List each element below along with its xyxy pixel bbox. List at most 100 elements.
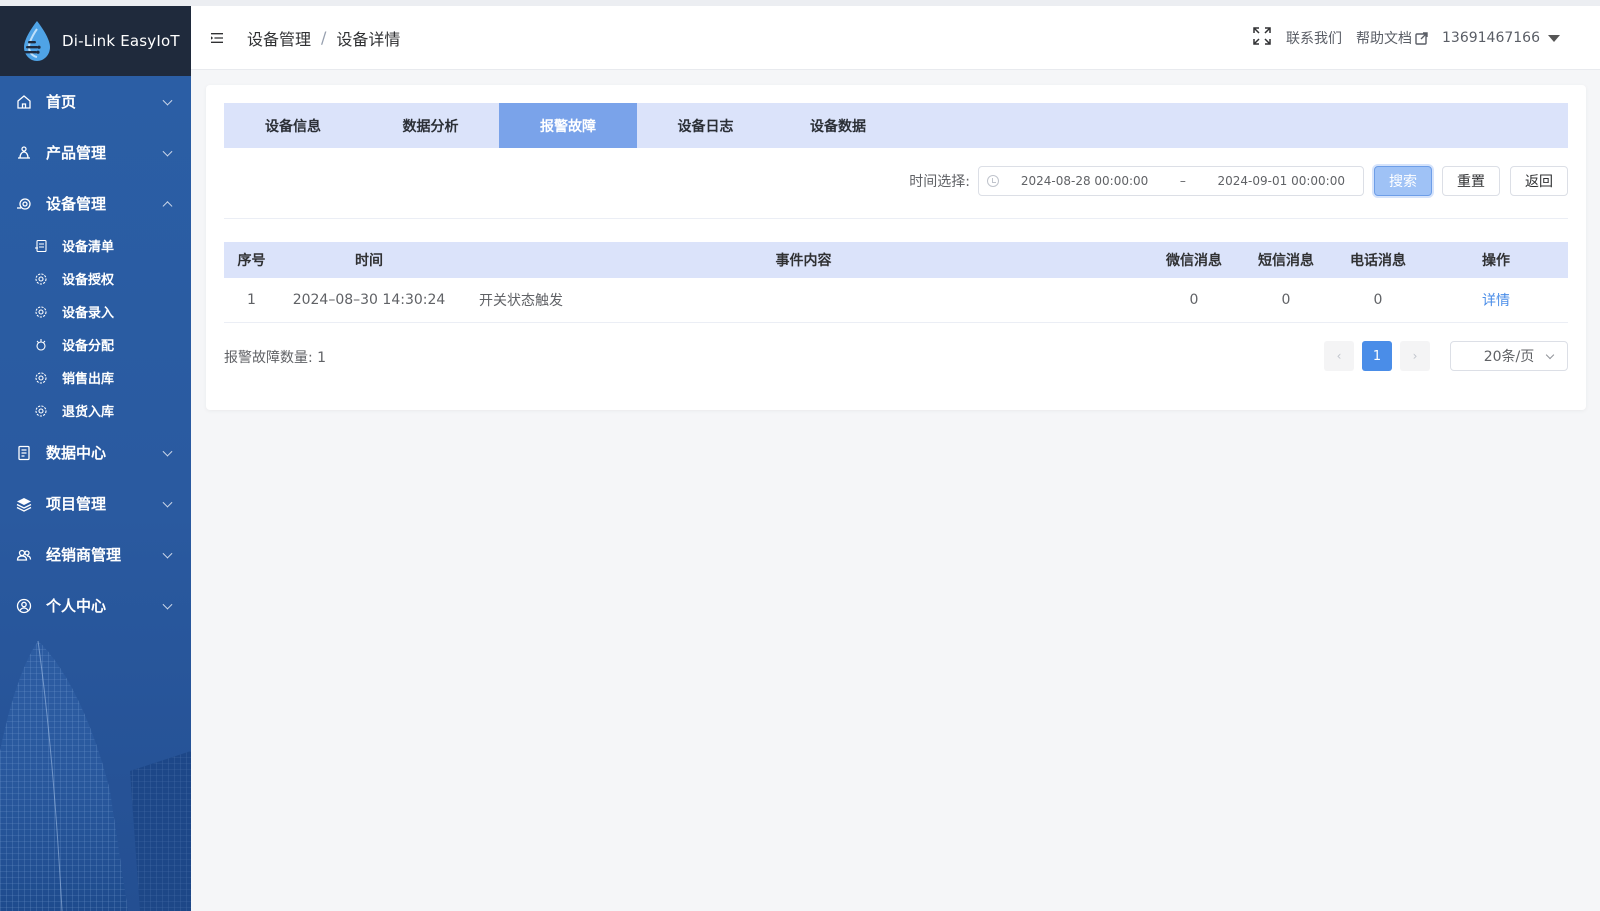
home-icon — [16, 94, 32, 110]
sidebar-item-label: 数据中心 — [46, 444, 107, 462]
col-header-no: 序号 — [237, 253, 266, 269]
sidebar-subitem-device-auth[interactable]: 设备授权 — [0, 262, 191, 295]
sidebar-subitem-label: 设备录入 — [62, 306, 115, 321]
user-phone: 13691467166 — [1442, 30, 1540, 46]
date-range-separator: – — [1179, 174, 1186, 188]
device-icon — [16, 196, 32, 212]
cell-action: 详情 — [1424, 278, 1568, 322]
page-size-value: 20条/页 — [1483, 349, 1535, 365]
sidebar-subitem-sales-out[interactable]: 销售出库 — [0, 361, 191, 394]
chevron-down-icon — [162, 599, 173, 610]
prev-page-button[interactable]: ‹ — [1324, 341, 1354, 371]
gear-icon — [34, 371, 48, 385]
reset-button[interactable]: 重置 — [1442, 166, 1500, 196]
chevron-down-icon — [1545, 350, 1555, 360]
sidebar-item-project[interactable]: 项目管理 — [0, 478, 191, 529]
sidebar-subitem-return-in[interactable]: 退货入库 — [0, 394, 191, 427]
col-header-wechat: 微信消息 — [1166, 253, 1222, 269]
col-header-action: 操作 — [1482, 253, 1510, 269]
layers-icon — [16, 496, 32, 512]
data-icon — [16, 445, 32, 461]
next-page-button[interactable]: › — [1400, 341, 1430, 371]
chevron-down-icon — [162, 548, 173, 559]
gear-icon — [34, 404, 48, 418]
pagination: ‹ 1 › 20条/页 — [1320, 341, 1568, 371]
sidebar-building-illustration — [0, 631, 191, 911]
product-icon — [16, 145, 32, 161]
divider — [224, 218, 1568, 219]
breadcrumb: 设备管理 / 设备详情 — [247, 26, 400, 50]
sidebar-subitem-label: 退货入库 — [62, 405, 115, 420]
sidebar: Di-Link EasyIoT 首页 产品管理 设备管理 设备清单 设备授权 设… — [0, 6, 191, 911]
search-button[interactable]: 搜索 — [1374, 166, 1432, 196]
sidebar-item-label: 设备管理 — [46, 195, 107, 213]
sidebar-subitem-label: 设备清单 — [62, 240, 115, 255]
help-docs-label: 帮助文档 — [1356, 31, 1413, 47]
table-row: 1 2024–08–30 14:30:24 开关状态触发 0 0 0 详情 — [224, 278, 1568, 322]
gear-icon — [34, 305, 48, 319]
breadcrumb-device-detail: 设备详情 — [336, 29, 401, 49]
logo[interactable]: Di-Link EasyIoT — [0, 6, 191, 76]
list-icon — [34, 239, 48, 253]
start-date-input[interactable]: 2024-08-28 00:00:00 — [1011, 174, 1159, 188]
cell-sms: 0 — [1281, 292, 1291, 308]
col-header-phone: 电话消息 — [1350, 253, 1406, 269]
sidebar-item-label: 个人中心 — [46, 597, 107, 615]
help-docs-link[interactable]: 帮助文档 — [1356, 28, 1428, 48]
sidebar-item-dealer[interactable]: 经销商管理 — [0, 529, 191, 580]
sidebar-item-label: 首页 — [46, 93, 77, 111]
gear-icon — [34, 272, 48, 286]
time-filter-bar: 时间选择: 2024-08-28 00:00:00 – 2024-09-01 0… — [909, 166, 1568, 196]
breadcrumb-separator: / — [321, 28, 327, 47]
menu-toggle-icon[interactable] — [209, 30, 225, 46]
header-actions: 联系我们 帮助文档 13691467166 — [1238, 6, 1560, 70]
cell-no: 1 — [247, 292, 256, 308]
sidebar-subitem-label: 销售出库 — [62, 372, 115, 387]
external-link-icon — [1415, 31, 1428, 45]
caret-down-icon — [1548, 34, 1560, 42]
back-button[interactable]: 返回 — [1510, 166, 1568, 196]
col-header-content: 事件内容 — [775, 253, 832, 269]
chevron-down-icon — [162, 497, 173, 508]
sidebar-subitem-device-entry[interactable]: 设备录入 — [0, 295, 191, 328]
device-detail-card: 设备信息 数据分析 报警故障 设备日志 设备数据 时间选择: 2024-08-2… — [206, 85, 1586, 410]
page-size-select[interactable]: 20条/页 — [1450, 341, 1568, 371]
page-number-1[interactable]: 1 — [1362, 341, 1392, 371]
sidebar-item-profile[interactable]: 个人中心 — [0, 580, 191, 631]
app-title: Di-Link EasyIoT — [62, 32, 180, 50]
col-header-time: 时间 — [355, 253, 383, 269]
breadcrumb-device-management[interactable]: 设备管理 — [247, 26, 311, 50]
fullscreen-icon[interactable] — [1252, 26, 1272, 50]
sidebar-item-home[interactable]: 首页 — [0, 76, 191, 127]
table-header: 序号 时间 事件内容 微信消息 短信消息 电话消息 操作 — [224, 242, 1568, 278]
sidebar-subitem-device-distribute[interactable]: 设备分配 — [0, 328, 191, 361]
tab-device-data[interactable]: 设备数据 — [774, 103, 902, 148]
alarm-table: 序号 时间 事件内容 微信消息 短信消息 电话消息 操作 1 2024–08–3… — [224, 242, 1568, 323]
alarm-count: 报警故障数量: 1 — [224, 350, 327, 366]
contact-us-link[interactable]: 联系我们 — [1286, 28, 1342, 48]
sidebar-item-product[interactable]: 产品管理 — [0, 127, 191, 178]
clock-icon — [987, 175, 999, 187]
end-date-input[interactable]: 2024-09-01 00:00:00 — [1208, 174, 1356, 188]
date-range-picker[interactable]: 2024-08-28 00:00:00 – 2024-09-01 00:00:0… — [978, 166, 1364, 196]
tab-alarm-fault[interactable]: 报警故障 — [499, 103, 637, 148]
device-submenu: 设备清单 设备授权 设备录入 设备分配 销售出库 退货入库 — [0, 229, 191, 427]
sidebar-item-device[interactable]: 设备管理 — [0, 178, 191, 229]
tab-device-info[interactable]: 设备信息 — [224, 103, 362, 148]
sidebar-item-label: 项目管理 — [46, 495, 107, 513]
sidebar-item-data-center[interactable]: 数据中心 — [0, 427, 191, 478]
logo-drop-icon — [20, 19, 54, 63]
chevron-up-icon — [162, 200, 173, 211]
chevron-down-icon — [162, 446, 173, 457]
time-filter-label: 时间选择: — [909, 174, 970, 190]
sidebar-subitem-device-list[interactable]: 设备清单 — [0, 229, 191, 262]
cell-wechat: 0 — [1189, 292, 1199, 308]
sidebar-subitem-label: 设备分配 — [62, 339, 115, 354]
user-menu[interactable]: 13691467166 — [1442, 30, 1560, 46]
tab-data-analysis[interactable]: 数据分析 — [362, 103, 499, 148]
detail-link[interactable]: 详情 — [1482, 290, 1510, 310]
detail-tabs: 设备信息 数据分析 报警故障 设备日志 设备数据 — [224, 103, 1568, 148]
sidebar-item-label: 产品管理 — [46, 144, 107, 162]
tab-device-log[interactable]: 设备日志 — [637, 103, 774, 148]
sidebar-menu: 首页 产品管理 设备管理 设备清单 设备授权 设备录入 设备分配 销售出库 退货… — [0, 76, 191, 631]
